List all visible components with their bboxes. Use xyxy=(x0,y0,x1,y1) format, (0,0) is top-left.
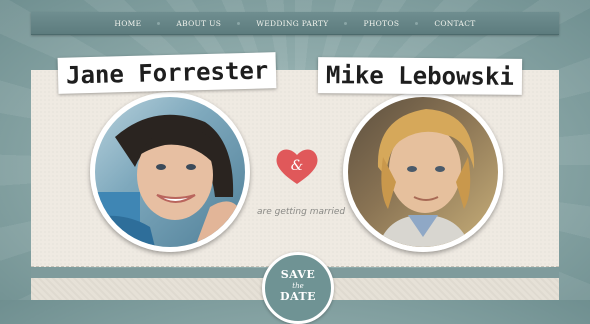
nav-wedding-party[interactable]: WEDDING PARTY xyxy=(250,19,334,28)
tagline-text: are getting married xyxy=(257,207,346,217)
nav-photos[interactable]: PHOTOS xyxy=(357,19,405,28)
heart-icon: & xyxy=(276,149,318,184)
nav-separator xyxy=(237,21,241,25)
nav-home[interactable]: HOME xyxy=(108,19,147,28)
nav-separator xyxy=(344,21,348,25)
bride-photo xyxy=(90,92,250,252)
man-portrait-icon xyxy=(377,109,475,247)
badge-line-the: the xyxy=(292,282,304,290)
nav-about-us[interactable]: ABOUT US xyxy=(170,19,227,28)
main-nav: HOME ABOUT US WEDDING PARTY PHOTOS CONTA… xyxy=(31,12,559,35)
bride-name: Jane Forrester xyxy=(57,52,277,94)
nav-contact[interactable]: CONTACT xyxy=(428,19,481,28)
groom-name: Mike Lebowski xyxy=(317,57,522,95)
nav-separator xyxy=(415,21,419,25)
ampersand-text: & xyxy=(291,158,303,174)
nav-separator xyxy=(157,21,161,25)
save-the-date-badge[interactable]: SAVE the DATE xyxy=(262,252,334,324)
badge-line-date: DATE xyxy=(279,290,317,303)
woman-portrait-icon xyxy=(95,114,245,247)
badge-line-save: SAVE xyxy=(280,268,316,281)
groom-photo xyxy=(343,92,503,252)
